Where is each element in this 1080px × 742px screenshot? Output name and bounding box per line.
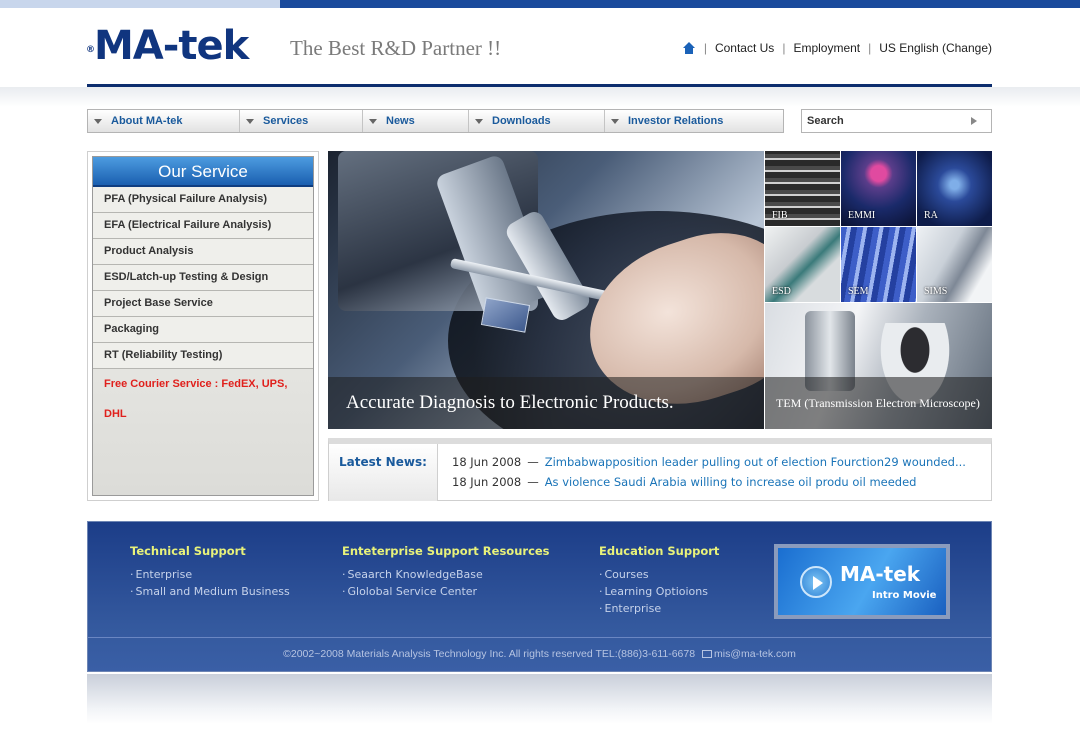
nav-item-label: About MA-tek — [111, 115, 183, 127]
chevron-down-icon — [369, 118, 377, 124]
nav-item-investor-relations[interactable]: Investor Relations — [605, 110, 783, 132]
tile-label: SEM — [848, 286, 869, 297]
tile-label: FIB — [772, 210, 788, 221]
separator: | — [868, 41, 872, 55]
news-dash: — — [527, 475, 539, 489]
sidebar-item-packaging[interactable]: Packaging — [93, 317, 313, 343]
news-date: 18 Jun 2008 — [452, 475, 522, 489]
news-date: 18 Jun 2008 — [452, 455, 522, 469]
language-link[interactable]: US English (Change) — [879, 41, 992, 55]
nav-item-label: Services — [263, 115, 309, 127]
main-nav: About MA-tek Services News Downloads Inv… — [87, 109, 784, 133]
service-tiles: FIB EMMI RA ESD SEM SIMS — [765, 151, 992, 302]
tile-ra[interactable]: RA — [917, 151, 992, 226]
news-link[interactable]: As violence Saudi Arabia willing to incr… — [545, 475, 917, 489]
logo[interactable]: ®MA-tek — [86, 23, 249, 69]
logo-registered-mark: ® — [86, 45, 95, 55]
logo-text: MA-tek — [94, 23, 249, 69]
footer-heading: Education Support — [599, 544, 720, 558]
movie-label: Intro Movie — [872, 590, 937, 601]
news-link[interactable]: Zimbabwapposition leader pulling out of … — [545, 455, 966, 469]
footer-reflection — [87, 674, 992, 724]
intro-movie-button[interactable]: MA-tek Intro Movie — [774, 544, 950, 619]
separator: | — [782, 41, 786, 55]
footer-heading: Technical Support — [130, 544, 246, 558]
nav-item-label: Investor Relations — [628, 115, 724, 127]
home-icon[interactable] — [682, 41, 696, 55]
footer-link[interactable]: Small and Medium Business — [130, 585, 290, 602]
movie-logo: MA-tek — [840, 562, 921, 586]
footer: Technical Support Enterprise Small and M… — [87, 521, 992, 672]
utility-nav: | Contact Us | Employment | US English (… — [682, 41, 992, 55]
mail-icon — [702, 650, 712, 658]
contact-us-link[interactable]: Contact Us — [715, 41, 774, 55]
copyright: ©2002~2008 Materials Analysis Technology… — [88, 648, 991, 660]
chevron-down-icon — [94, 118, 102, 124]
sidebar-item-reliability-testing[interactable]: RT (Reliability Testing) — [93, 343, 313, 369]
footer-heading: Enteterprise Support Resources — [342, 544, 550, 558]
sidebar-panel: Our Service PFA (Physical Failure Analys… — [92, 156, 314, 496]
sidebar-item-esd-latchup[interactable]: ESD/Latch-up Testing & Design — [93, 265, 313, 291]
sidebar-item-project-base[interactable]: Project Base Service — [93, 291, 313, 317]
latest-news: Latest News: 18 Jun 2008 — Zimbabwappositi… — [328, 438, 992, 501]
chevron-down-icon — [246, 118, 254, 124]
nav-item-downloads[interactable]: Downloads — [469, 110, 605, 132]
top-bar-highlight — [0, 0, 280, 8]
nav-item-label: News — [386, 115, 415, 127]
footer-support-resources: Enteterprise Support Resources Seaarch K… — [342, 544, 550, 602]
chevron-down-icon — [611, 118, 619, 124]
tile-label: SIMS — [924, 286, 948, 297]
tile-fib[interactable]: FIB — [765, 151, 840, 226]
search-go-icon[interactable] — [971, 117, 977, 125]
sidebar: Our Service PFA (Physical Failure Analys… — [87, 151, 319, 501]
nav-item-services[interactable]: Services — [240, 110, 363, 132]
footer-link[interactable]: Enterprise — [599, 602, 719, 619]
tile-label: EMMI — [848, 210, 876, 221]
copyright-text: ©2002~2008 Materials Analysis Technology… — [283, 648, 696, 660]
tem-caption: TEM (Transmission Electron Microscope) — [765, 377, 992, 429]
hero-banner[interactable]: Accurate Diagnosis to Electronic Product… — [328, 151, 764, 429]
header-shade — [0, 87, 1080, 107]
tagline: The Best R&D Partner !! — [290, 36, 502, 60]
free-courier-link[interactable]: Free Courier Service : FedEX, UPS, DHL — [93, 369, 313, 420]
news-item: 18 Jun 2008 — As violence Saudi Arabia wil… — [452, 475, 966, 495]
search-input[interactable] — [802, 115, 967, 127]
top-bar — [0, 0, 1080, 8]
tile-label: ESD — [772, 286, 791, 297]
footer-link[interactable]: Courses — [599, 568, 719, 585]
chevron-down-icon — [475, 118, 483, 124]
latest-news-label: Latest News: — [329, 444, 438, 501]
sidebar-item-efa[interactable]: EFA (Electrical Failure Analysis) — [93, 213, 313, 239]
sidebar-item-product-analysis[interactable]: Product Analysis — [93, 239, 313, 265]
footer-divider — [88, 637, 991, 638]
tile-sem[interactable]: SEM — [841, 227, 916, 302]
nav-item-news[interactable]: News — [363, 110, 469, 132]
tile-emmi[interactable]: EMMI — [841, 151, 916, 226]
separator: | — [703, 41, 707, 55]
footer-link[interactable]: Enterprise — [130, 568, 290, 585]
footer-education-support: Education Support Courses Learning Optio… — [599, 544, 719, 619]
hero-caption: Accurate Diagnosis to Electronic Product… — [328, 377, 764, 429]
header: ®MA-tek The Best R&D Partner !! | Contac… — [0, 8, 1080, 88]
footer-link[interactable]: Glolobal Service Center — [342, 585, 550, 602]
sidebar-title: Our Service — [93, 157, 313, 187]
footer-technical-support: Technical Support Enterprise Small and M… — [130, 544, 290, 602]
search-box — [801, 109, 992, 133]
sidebar-item-pfa[interactable]: PFA (Physical Failure Analysis) — [93, 187, 313, 213]
nav-item-label: Downloads — [492, 115, 551, 127]
tile-tem[interactable]: TEM (Transmission Electron Microscope) — [765, 303, 992, 429]
play-icon — [800, 566, 832, 598]
news-dash: — — [527, 455, 539, 469]
tile-label: RA — [924, 210, 938, 221]
employment-link[interactable]: Employment — [793, 41, 860, 55]
footer-link[interactable]: Learning Optioions — [599, 585, 719, 602]
tile-esd[interactable]: ESD — [765, 227, 840, 302]
news-item: 18 Jun 2008 — Zimbabwapposition leader pul… — [452, 455, 966, 475]
email-link[interactable]: mis@ma-tek.com — [714, 648, 796, 660]
news-list: 18 Jun 2008 — Zimbabwapposition leader pul… — [452, 455, 966, 495]
tile-sims[interactable]: SIMS — [917, 227, 992, 302]
nav-item-about[interactable]: About MA-tek — [88, 110, 240, 132]
footer-link[interactable]: Seaarch KnowledgeBase — [342, 568, 550, 585]
